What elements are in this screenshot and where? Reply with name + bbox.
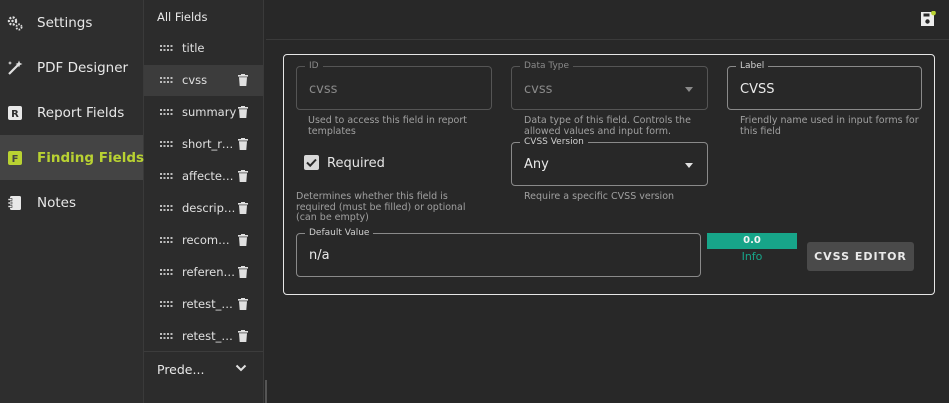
trash-icon[interactable] xyxy=(238,106,248,118)
nav-item-label: Finding Fields xyxy=(37,149,145,166)
label-field-legend: Label xyxy=(736,60,769,72)
field-row-affected-components[interactable]: affected_components xyxy=(144,161,263,192)
drag-handle-icon[interactable] xyxy=(160,45,173,52)
cvss-version-select[interactable]: CVSS Version Any xyxy=(511,136,708,186)
svg-text:F: F xyxy=(12,154,19,165)
data-type-help: Data type of this field. Controls the al… xyxy=(524,115,691,137)
drag-handle-icon[interactable] xyxy=(160,301,173,308)
nav-item-label: Settings xyxy=(37,14,93,31)
cvss-version-help: Require a specific CVSS version xyxy=(524,191,675,202)
trash-icon[interactable] xyxy=(238,202,248,214)
required-help: Determines whether this field is require… xyxy=(296,191,466,223)
field-row-retest-notes[interactable]: retest_notes xyxy=(144,321,263,352)
field-row-description[interactable]: description xyxy=(144,193,263,224)
id-field[interactable]: ID cvss xyxy=(296,60,492,110)
field-row-cvss[interactable]: cvss xyxy=(144,65,263,96)
default-value-field[interactable]: Default Value n/a xyxy=(296,227,701,277)
save-icon[interactable] xyxy=(920,11,936,27)
cvss-editor-button[interactable]: CVSS EDITOR xyxy=(807,242,914,271)
data-type-legend: Data Type xyxy=(520,60,574,72)
dropdown-arrow-icon xyxy=(685,87,693,92)
field-name: short_recommendation xyxy=(182,137,237,151)
svg-text:R: R xyxy=(11,109,19,120)
predefined-fields-label: Prede... xyxy=(157,362,205,377)
top-toolbar xyxy=(266,0,949,40)
cvss-score-badge: 0.0 xyxy=(707,233,797,249)
nav-item-settings[interactable]: Settings xyxy=(0,0,143,45)
label-field-help: Friendly name used in input forms for th… xyxy=(740,115,919,137)
field-name: retest_notes xyxy=(182,329,237,343)
field-name: recommendation xyxy=(182,233,237,247)
magic-wand-icon xyxy=(8,60,23,75)
trash-icon[interactable] xyxy=(238,266,248,278)
field-row-references[interactable]: references xyxy=(144,257,263,288)
trash-icon[interactable] xyxy=(238,330,248,342)
cvss-severity-label: Info xyxy=(741,250,763,263)
field-name: cvss xyxy=(182,73,208,87)
nav-item-finding-fields[interactable]: F Finding Fields xyxy=(0,135,145,180)
default-value-legend: Default Value xyxy=(305,227,374,239)
nav-item-label: Report Fields xyxy=(37,104,125,121)
nav-item-label: Notes xyxy=(37,194,76,211)
field-name: description xyxy=(182,201,237,215)
checkmark-icon xyxy=(306,158,317,168)
trash-icon[interactable] xyxy=(238,298,248,310)
label-field[interactable]: Label CVSS xyxy=(727,60,922,110)
field-name: summary xyxy=(182,105,237,119)
field-name: references xyxy=(182,265,237,279)
notebook-icon xyxy=(7,195,21,210)
dropdown-arrow-icon xyxy=(685,163,693,168)
field-list: All Fields title cvss summary short_reco… xyxy=(144,0,264,403)
drag-handle-icon[interactable] xyxy=(160,205,173,212)
data-type-select[interactable]: Data Type cvss xyxy=(511,60,708,110)
chevron-down-icon xyxy=(235,364,247,372)
label-field-value: CVSS xyxy=(740,82,775,97)
drag-handle-icon[interactable] xyxy=(160,173,173,180)
nav-item-report-fields[interactable]: R Report Fields xyxy=(0,90,143,135)
field-row-title[interactable]: title xyxy=(144,33,263,64)
nav-item-pdf-designer[interactable]: PDF Designer xyxy=(0,45,143,90)
field-name: affected_components xyxy=(182,169,237,183)
field-name: title xyxy=(182,41,205,55)
field-row-short-recommendation[interactable]: short_recommendation xyxy=(144,129,263,160)
finding-fields-icon: F xyxy=(8,150,22,165)
trash-icon[interactable] xyxy=(238,138,248,150)
drag-handle-icon[interactable] xyxy=(160,109,173,116)
drag-handle-icon[interactable] xyxy=(160,141,173,148)
field-list-header[interactable]: All Fields xyxy=(157,10,207,24)
predefined-fields-toggle[interactable]: Prede... xyxy=(144,352,263,386)
gears-icon xyxy=(7,15,23,30)
nav-item-notes[interactable]: Notes xyxy=(0,180,143,225)
nav-item-label: PDF Designer xyxy=(37,59,129,76)
default-value-value: n/a xyxy=(309,248,330,263)
field-row-retest-status[interactable]: retest_status xyxy=(144,289,263,320)
drag-handle-icon[interactable] xyxy=(160,269,173,276)
drag-handle-icon[interactable] xyxy=(160,333,173,340)
field-name: retest_status xyxy=(182,297,237,311)
trash-icon[interactable] xyxy=(238,170,248,182)
cvss-version-value: Any xyxy=(524,157,549,172)
drag-handle-icon[interactable] xyxy=(160,77,173,84)
column-resize-handle[interactable] xyxy=(265,380,267,403)
cvss-version-legend: CVSS Version xyxy=(520,136,588,148)
drag-handle-icon[interactable] xyxy=(160,237,173,244)
report-fields-icon: R xyxy=(8,105,22,120)
trash-icon[interactable] xyxy=(238,234,248,246)
required-label[interactable]: Required xyxy=(327,156,385,171)
trash-icon[interactable] xyxy=(238,74,248,86)
required-checkbox[interactable] xyxy=(304,155,319,170)
id-field-value: cvss xyxy=(309,82,338,97)
id-field-legend: ID xyxy=(305,60,323,72)
field-row-recommendation[interactable]: recommendation xyxy=(144,225,263,256)
id-field-help: Used to access this field in report temp… xyxy=(308,115,467,137)
field-row-summary[interactable]: summary xyxy=(144,97,263,128)
main-nav: Settings PDF Designer R Report Fields F … xyxy=(0,0,144,403)
data-type-value: cvss xyxy=(524,82,553,97)
